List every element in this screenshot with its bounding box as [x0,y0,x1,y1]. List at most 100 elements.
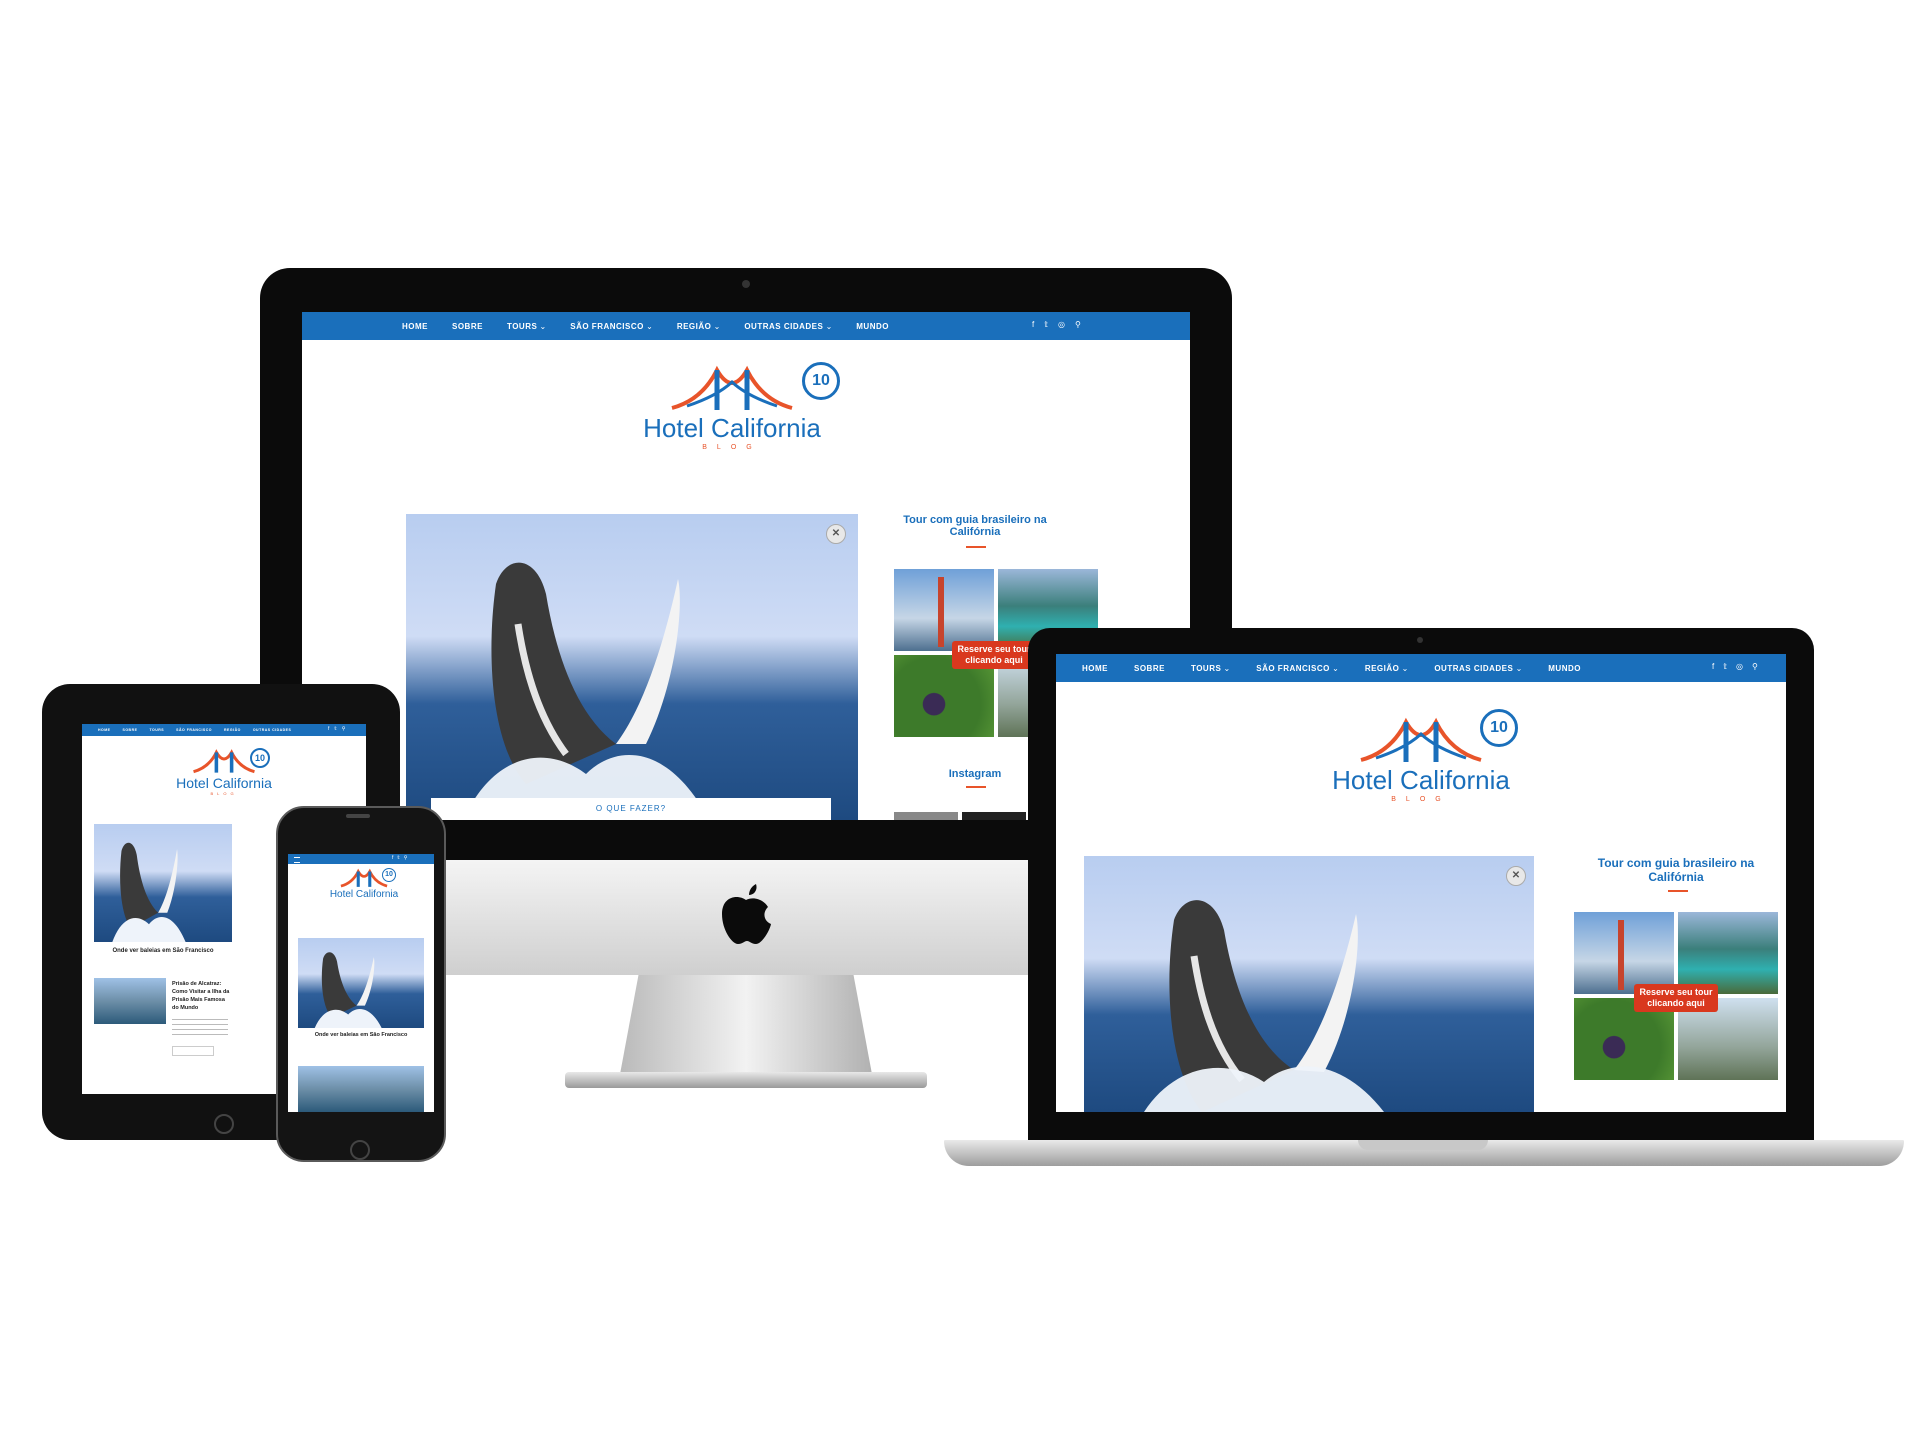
nav-menu: HOME SOBRE TOURS SÃO FRANCISCO REGIÃO OU… [98,724,291,736]
close-icon[interactable]: ✕ [826,524,846,544]
nav-home[interactable]: HOME [98,728,111,732]
coast-photo [1678,912,1778,994]
anniversary-badge: 10 [1480,709,1518,747]
social-links: f 𝕥 ◎ ⚲ [1032,320,1081,329]
nav-home[interactable]: HOME [402,322,428,331]
logo-title: Hotel California [1332,765,1510,795]
bridge-logo-icon [340,868,388,888]
tour-banner[interactable]: Reserve seu tour clicando aqui [1574,912,1778,1080]
nav-outras-cidades[interactable]: OUTRAS CIDADES [253,728,292,732]
twitter-icon[interactable]: 𝕥 [1723,662,1727,671]
nav-outras-cidades[interactable]: OUTRAS CIDADES ⌄ [744,322,832,331]
hero-image[interactable] [94,824,232,942]
main-nav: HOME SOBRE TOURS ⌄ SÃO FRANCISCO ⌄ REGIÃ… [302,312,1190,340]
logo-title: Hotel California [176,775,272,791]
nav-outras-cidades-label: OUTRAS CIDADES [1434,663,1514,673]
main-nav: HOME SOBRE TOURS SÃO FRANCISCO REGIÃO OU… [82,724,366,736]
nav-tours[interactable]: TOURS ⌄ [1191,664,1230,673]
featured-post-title[interactable]: Onde ver baleias em São Francisco [296,1032,426,1038]
nav-sao-francisco[interactable]: SÃO FRANCISCO ⌄ [570,322,653,331]
nav-sao-francisco-label: SÃO FRANCISCO [570,321,644,331]
twitter-icon[interactable]: 𝕥 [1044,320,1048,329]
alcatraz-photo[interactable] [94,978,166,1024]
search-icon[interactable]: ⚲ [1075,320,1081,329]
whale-illustration [466,562,706,814]
facebook-icon[interactable]: f [328,726,329,732]
nav-sao-francisco[interactable]: SÃO FRANCISCO [176,728,212,732]
bridge-logo-icon [671,365,793,410]
divider [1668,890,1688,892]
home-button-icon [350,1140,370,1160]
facebook-icon[interactable]: f [1032,320,1034,329]
phone-screen: f 𝕥 ⚲ Hotel California 10 Onde ver balei… [288,854,434,1112]
nav-menu: HOME SOBRE TOURS ⌄ SÃO FRANCISCO ⌄ REGIÃ… [1082,654,1581,682]
main-nav: f 𝕥 ⚲ [288,854,434,864]
hero-category[interactable]: O QUE FAZER? [431,798,831,820]
hero-image[interactable]: ✕ [1084,856,1534,1112]
alcatraz-photo[interactable] [298,1066,424,1112]
nav-menu: HOME SOBRE TOURS ⌄ SÃO FRANCISCO ⌄ REGIÃ… [402,312,889,340]
logo-title: Hotel California [643,413,821,443]
nav-regiao[interactable]: REGIÃO [224,728,241,732]
twitter-icon[interactable]: 𝕥 [397,855,399,861]
reserve-tour-button[interactable]: Reserve seu tour clicando aqui [1634,984,1718,1012]
facebook-icon[interactable]: f [1712,662,1714,671]
chevron-down-icon: ⌄ [646,321,653,331]
chevron-down-icon: ⌄ [1515,663,1523,673]
home-button-icon [214,1114,234,1134]
nav-tours[interactable]: TOURS ⌄ [507,322,546,331]
nav-outras-cidades-label: OUTRAS CIDADES [744,321,824,331]
nav-tours-label: TOURS [1190,663,1222,673]
search-icon[interactable]: ⚲ [342,726,346,732]
anniversary-badge: 10 [802,362,840,400]
nav-sobre[interactable]: SOBRE [1134,664,1165,673]
bridge-logo-icon [1360,717,1482,762]
hero-image[interactable] [298,938,424,1028]
search-icon[interactable]: ⚲ [1752,662,1758,671]
anniversary-badge: 10 [382,868,396,882]
nav-home[interactable]: HOME [1082,664,1108,673]
menu-icon[interactable] [294,857,300,863]
read-more-button[interactable] [172,1046,214,1056]
nav-sobre[interactable]: SOBRE [123,728,138,732]
instagram-icon[interactable]: ◎ [1736,662,1743,671]
whale-illustration [1144,900,1384,1112]
search-icon[interactable]: ⚲ [404,855,408,861]
laptop-camera [1417,637,1423,643]
social-links: f 𝕥 ⚲ [392,855,407,861]
nav-sao-francisco[interactable]: SÃO FRANCISCO ⌄ [1256,664,1339,673]
nav-tours-label: TOURS [506,321,538,331]
nav-mundo[interactable]: MUNDO [1548,664,1581,673]
sidebar-tour-title: Tour com guia brasileiro na Califórnia [1597,856,1755,884]
nav-regiao[interactable]: REGIÃO ⌄ [1365,664,1409,673]
whale-illustration [314,952,382,1028]
chevron-down-icon: ⌄ [1223,663,1231,673]
instagram-icon[interactable]: ◎ [1058,320,1065,329]
imac-stand [618,975,874,1085]
featured-post-title[interactable]: Onde ver baleias em São Francisco [94,948,232,954]
chevron-down-icon: ⌄ [825,321,833,331]
nav-regiao[interactable]: REGIÃO ⌄ [677,322,721,331]
logo-title: Hotel California [329,889,399,900]
chevron-down-icon: ⌄ [1332,663,1339,673]
nav-sobre[interactable]: SOBRE [452,322,483,331]
laptop-notch [1358,1140,1488,1150]
bridge-tower [1618,920,1624,990]
laptop-screen: HOME SOBRE TOURS ⌄ SÃO FRANCISCO ⌄ REGIÃ… [1056,654,1786,1112]
reserve-tour-button[interactable]: Reserve seu tour clicando aqui [952,641,1036,669]
whale-illustration [112,842,186,942]
hero-image[interactable]: ✕ O QUE FAZER? [406,514,858,820]
nav-tours[interactable]: TOURS [149,728,164,732]
social-links: f 𝕥 ◎ ⚲ [1712,662,1758,671]
nav-outras-cidades[interactable]: OUTRAS CIDADES ⌄ [1434,664,1522,673]
post-title[interactable]: Prisão de Alcatraz: Como Visitar a Ilha … [172,980,232,1012]
facebook-icon[interactable]: f [392,855,393,861]
instagram-thumb[interactable] [894,812,958,820]
nav-regiao-label: REGIÃO [1364,663,1400,673]
bridge-logo-icon [193,749,255,774]
close-icon[interactable]: ✕ [1506,866,1526,886]
site-logo[interactable]: Hotel California [314,868,414,900]
twitter-icon[interactable]: 𝕥 [334,726,336,732]
nav-mundo[interactable]: MUNDO [856,322,889,331]
instagram-thumb[interactable] [962,812,1026,820]
